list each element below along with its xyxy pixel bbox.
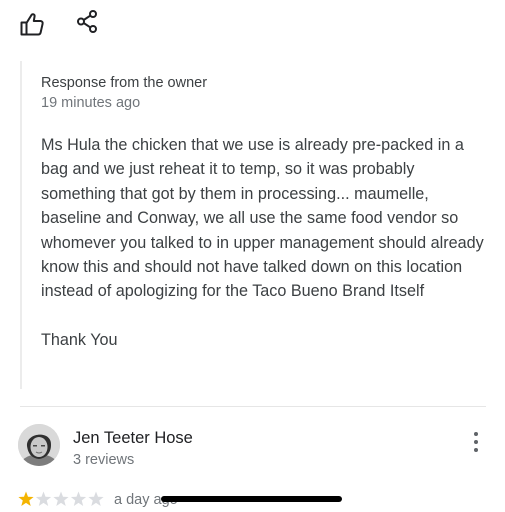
reviewer-header: Jen Teeter Hose 3 reviews [0,416,505,476]
review-action-bar [0,0,505,44]
home-indicator[interactable] [161,496,342,502]
star-empty-icon [88,491,104,506]
star-filled-icon [18,491,34,506]
star-empty-icon [70,491,87,506]
star-rating [18,491,104,506]
star-empty-icon [35,491,52,506]
owner-response-label: Response from the owner [41,75,208,91]
share-icon[interactable] [74,8,102,36]
review-divider [20,406,486,407]
reviewer-name[interactable]: Jen Teeter Hose [73,429,193,448]
owner-response-time: 19 minutes ago [41,95,141,111]
owner-response: Response from the owner 19 minutes ago M… [20,61,492,389]
more-vertical-icon[interactable] [466,430,486,454]
owner-response-text: Ms Hula the chicken that we use is alrea… [41,136,484,350]
avatar[interactable] [18,424,60,466]
star-empty-icon [53,491,69,506]
reviewer-review-count: 3 reviews [73,452,135,468]
thumbs-up-icon[interactable] [18,10,46,38]
